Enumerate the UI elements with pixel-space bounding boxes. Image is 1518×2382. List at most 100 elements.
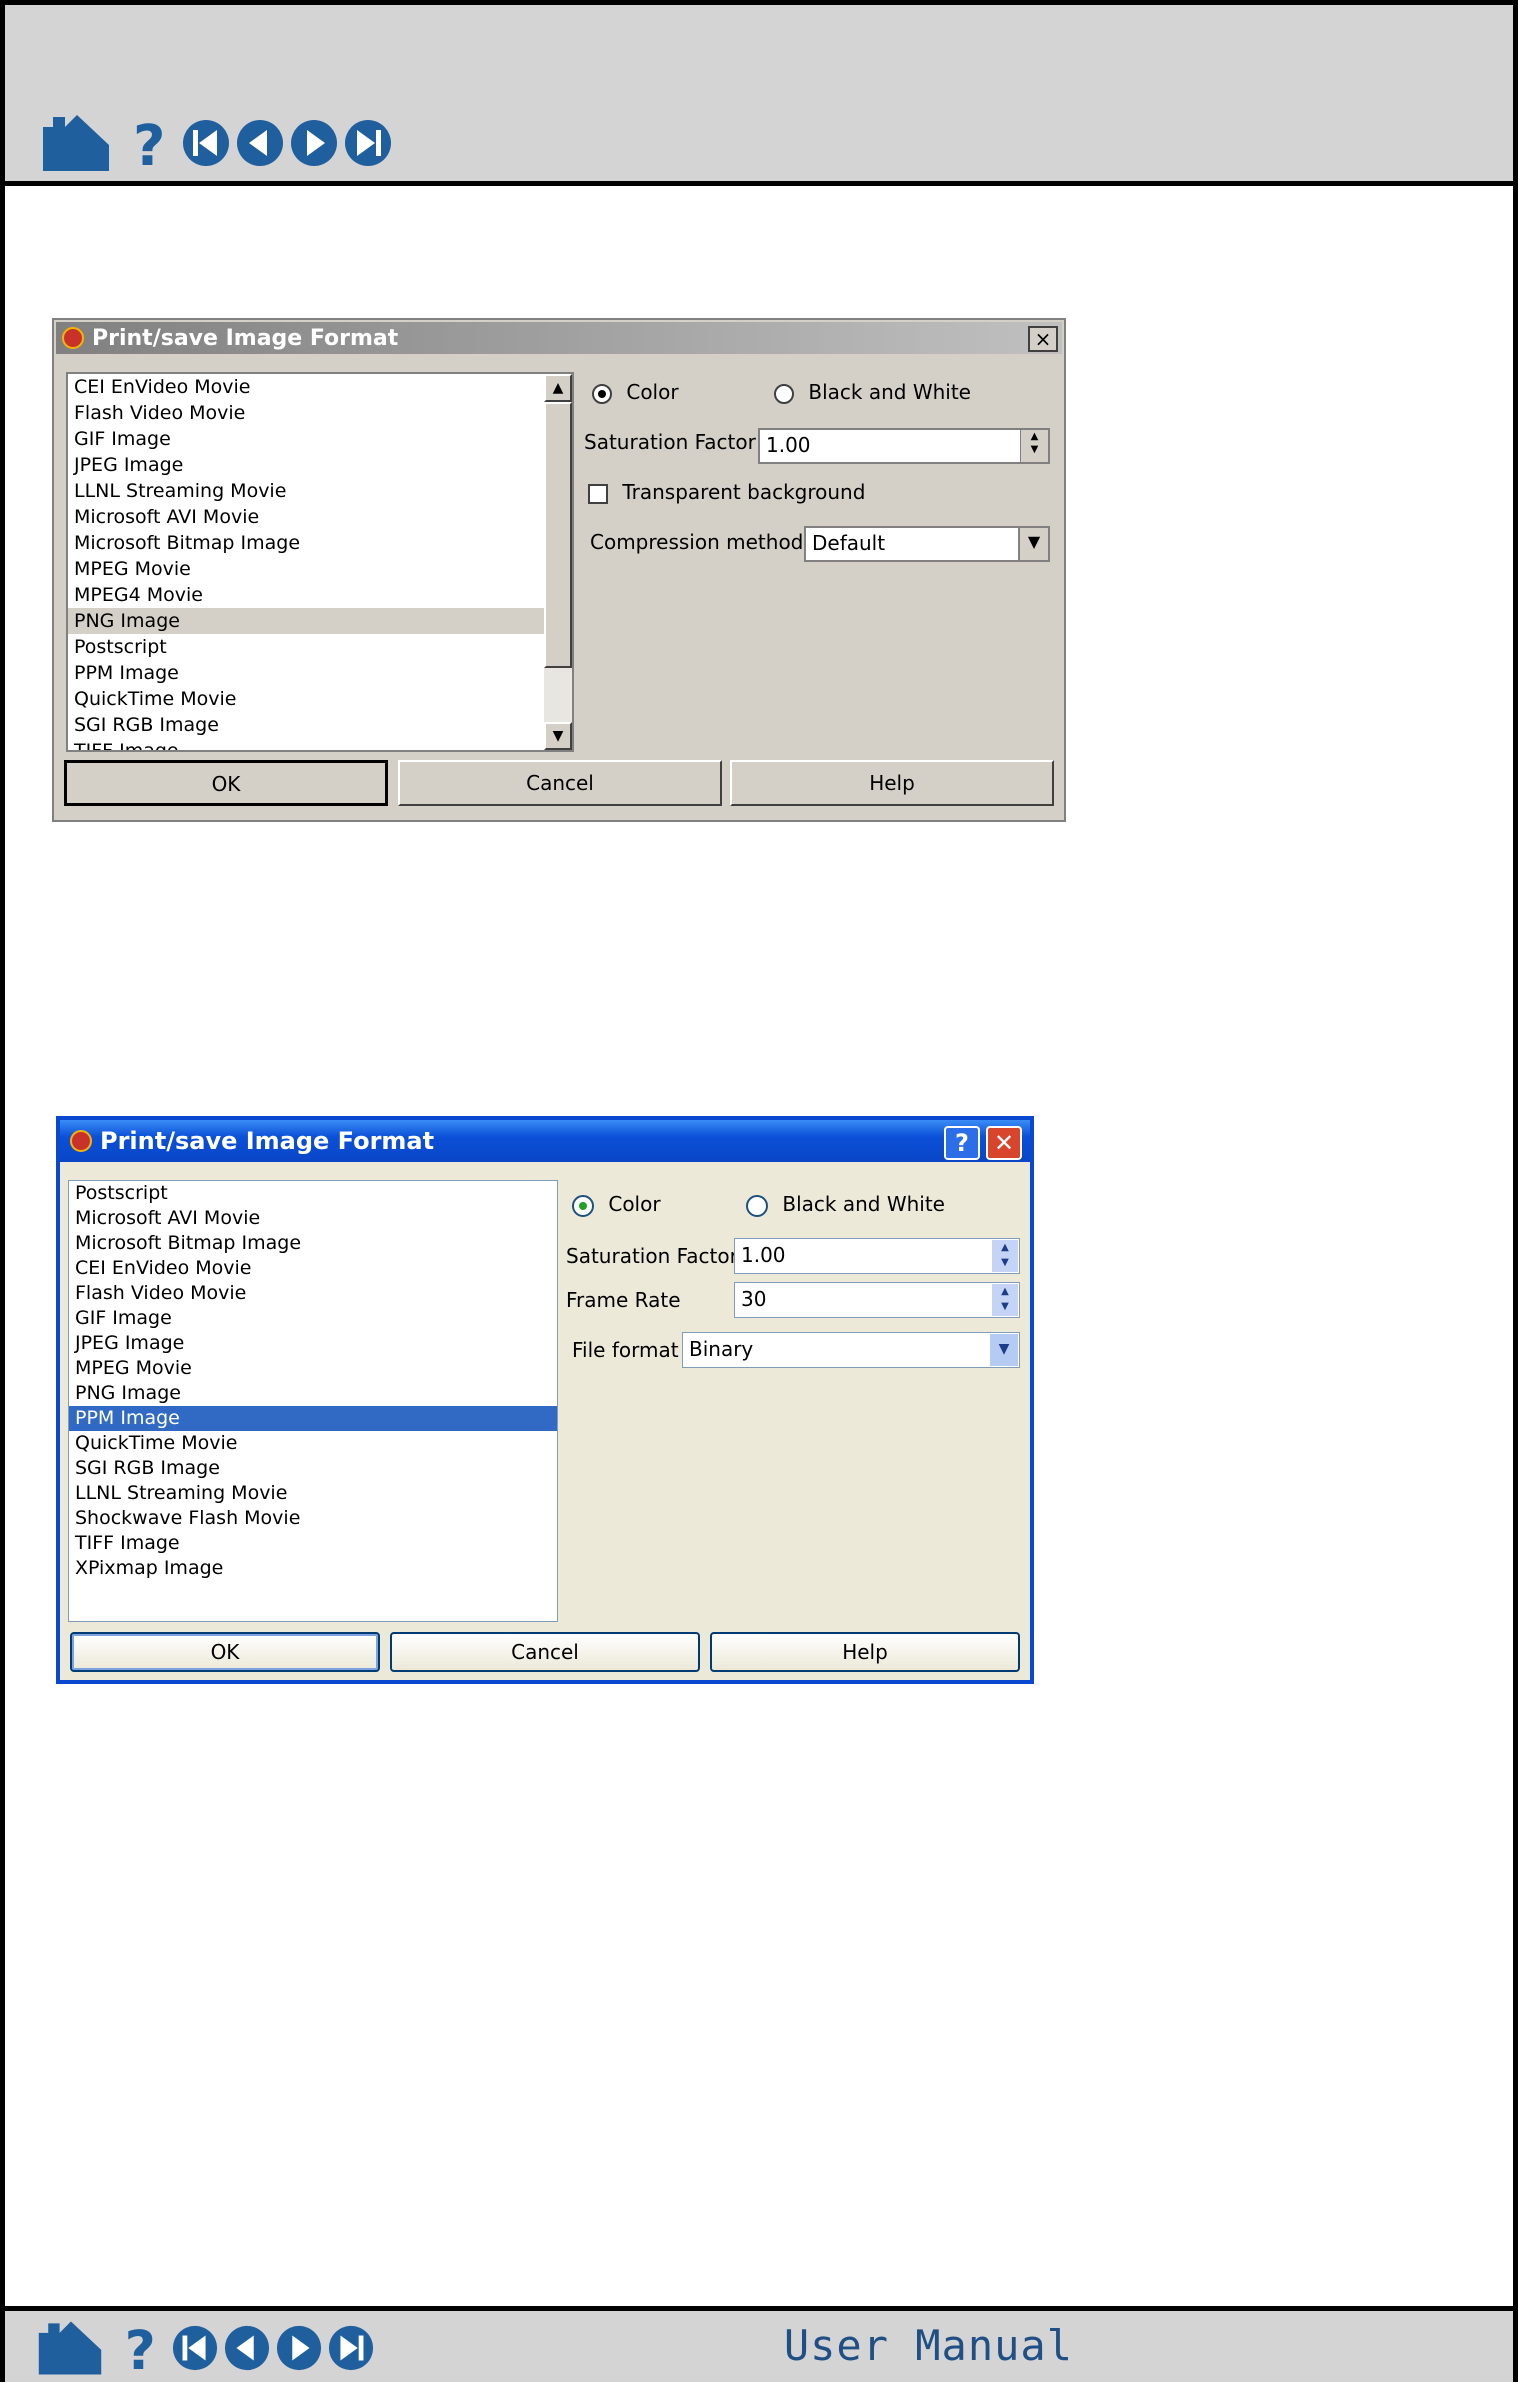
format-list-item[interactable]: TIFF Image bbox=[68, 738, 546, 750]
format-list-item[interactable]: PPM Image bbox=[68, 660, 546, 686]
format-list-item[interactable]: CEI EnVideo Movie bbox=[69, 1256, 557, 1281]
format-list-item[interactable]: GIF Image bbox=[69, 1306, 557, 1331]
svg-text:?: ? bbox=[133, 114, 165, 173]
format-list-item[interactable]: MPEG4 Movie bbox=[68, 582, 546, 608]
bottom-nav-buttons: ? bbox=[35, 2319, 375, 2377]
ok-button[interactable]: OK bbox=[70, 1632, 380, 1672]
format-list-item[interactable]: MPEG Movie bbox=[69, 1356, 557, 1381]
format-list-item[interactable]: Postscript bbox=[68, 634, 546, 660]
saturation-label: Saturation Factor bbox=[584, 430, 756, 454]
print-save-dialog-motif: Print/save Image Format × CEI EnVideo Mo… bbox=[52, 318, 1066, 822]
first-page-icon[interactable] bbox=[181, 118, 231, 168]
fileformat-value: Binary bbox=[689, 1337, 754, 1361]
color-radio-option[interactable]: Color bbox=[572, 1192, 661, 1217]
saturation-field[interactable]: 1.00 ▲ ▼ bbox=[758, 428, 1050, 464]
saturation-label: Saturation Factor bbox=[566, 1244, 738, 1268]
cancel-button[interactable]: Cancel bbox=[390, 1632, 700, 1672]
first-page-icon[interactable] bbox=[171, 2324, 219, 2372]
format-list-item[interactable]: LLNL Streaming Movie bbox=[69, 1481, 557, 1506]
format-list-item[interactable]: TIFF Image bbox=[69, 1531, 557, 1556]
next-page-icon[interactable] bbox=[275, 2324, 323, 2372]
format-list[interactable]: CEI EnVideo Movie Flash Video Movie GIF Im… bbox=[66, 372, 574, 752]
bw-radio[interactable] bbox=[746, 1194, 768, 1217]
last-page-icon[interactable] bbox=[343, 118, 393, 168]
transparent-label: Transparent background bbox=[622, 480, 866, 504]
brand-title: User Manual bbox=[783, 2321, 1073, 2370]
format-list-item[interactable]: GIF Image bbox=[68, 426, 546, 452]
color-radio-label: Color bbox=[626, 380, 679, 404]
format-list-item[interactable]: SGI RGB Image bbox=[68, 712, 546, 738]
help-icon[interactable]: ? bbox=[125, 113, 175, 173]
transparent-checkbox[interactable] bbox=[588, 483, 608, 504]
format-list-item[interactable]: JPEG Image bbox=[68, 452, 546, 478]
fileformat-select[interactable]: Binary ▼ bbox=[682, 1332, 1020, 1368]
dialog-title-bar: Print/save Image Format bbox=[56, 322, 1062, 354]
bw-radio[interactable] bbox=[774, 383, 794, 404]
help-title-button[interactable]: ? bbox=[944, 1126, 980, 1160]
help-button[interactable]: Help bbox=[710, 1632, 1020, 1672]
chevron-down-icon[interactable]: ▼ bbox=[990, 1334, 1018, 1366]
close-button[interactable]: × bbox=[1028, 326, 1058, 352]
color-radio-option[interactable]: Color bbox=[592, 380, 679, 404]
dialog-title: Print/save Image Format bbox=[100, 1127, 435, 1155]
format-list-item[interactable]: XPixmap Image bbox=[69, 1556, 557, 1581]
next-page-icon[interactable] bbox=[289, 118, 339, 168]
help-button[interactable]: Help bbox=[730, 760, 1054, 806]
framerate-label: Frame Rate bbox=[566, 1288, 681, 1312]
previous-page-icon[interactable] bbox=[223, 2324, 271, 2372]
top-nav-bar: ? bbox=[0, 0, 1518, 186]
previous-page-icon[interactable] bbox=[235, 118, 285, 168]
transparent-option[interactable]: Transparent background bbox=[588, 480, 865, 504]
saturation-spinner[interactable]: ▲ ▼ bbox=[1020, 430, 1048, 462]
compression-select[interactable]: Default ▼ bbox=[804, 526, 1050, 562]
format-list-item[interactable]: LLNL Streaming Movie bbox=[68, 478, 546, 504]
color-radio[interactable] bbox=[592, 383, 612, 404]
scroll-up-icon[interactable]: ▲ bbox=[544, 374, 572, 402]
dialog-title-bar: Print/save Image Format bbox=[60, 1120, 1030, 1162]
cancel-button[interactable]: Cancel bbox=[398, 760, 722, 806]
framerate-spinner[interactable]: ▲ ▼ bbox=[992, 1284, 1018, 1316]
bw-radio-label: Black and White bbox=[808, 380, 971, 404]
page-border-right bbox=[1513, 186, 1518, 2306]
last-page-icon[interactable] bbox=[327, 2324, 375, 2372]
format-list-item[interactable]: QuickTime Movie bbox=[68, 686, 546, 712]
format-list-item[interactable]: Flash Video Movie bbox=[68, 400, 546, 426]
scroll-thumb[interactable] bbox=[544, 402, 572, 668]
format-list-item[interactable]: CEI EnVideo Movie bbox=[68, 374, 546, 400]
saturation-field[interactable]: 1.00 ▲ ▼ bbox=[734, 1238, 1020, 1274]
format-list-item[interactable]: Microsoft Bitmap Image bbox=[68, 530, 546, 556]
dialog-title: Print/save Image Format bbox=[92, 325, 399, 351]
home-icon[interactable] bbox=[39, 113, 113, 173]
svg-text:?: ? bbox=[125, 2319, 156, 2377]
color-radio[interactable] bbox=[572, 1194, 594, 1217]
home-icon[interactable] bbox=[35, 2319, 105, 2377]
bottom-nav-bar: ? User Manual bbox=[0, 2306, 1518, 2382]
ok-button[interactable]: OK bbox=[64, 760, 388, 806]
saturation-spinner[interactable]: ▲ ▼ bbox=[992, 1240, 1018, 1272]
format-list-item[interactable]: Microsoft Bitmap Image bbox=[69, 1231, 557, 1256]
format-list-item[interactable]: PNG Image bbox=[68, 608, 546, 634]
format-list-item[interactable]: QuickTime Movie bbox=[69, 1431, 557, 1456]
app-logo-icon bbox=[62, 327, 84, 349]
format-list-item[interactable]: Flash Video Movie bbox=[69, 1281, 557, 1306]
format-list-item[interactable]: Microsoft AVI Movie bbox=[68, 504, 546, 530]
format-list-item[interactable]: PNG Image bbox=[69, 1381, 557, 1406]
format-list-item[interactable]: Postscript bbox=[69, 1181, 557, 1206]
format-list-item[interactable]: Shockwave Flash Movie bbox=[69, 1506, 557, 1531]
list-scrollbar[interactable]: ▲ ▼ bbox=[544, 374, 572, 750]
bw-radio-option[interactable]: Black and White bbox=[774, 380, 971, 404]
bw-radio-option[interactable]: Black and White bbox=[746, 1192, 945, 1217]
framerate-field[interactable]: 30 ▲ ▼ bbox=[734, 1282, 1020, 1318]
chevron-down-icon[interactable]: ▼ bbox=[1018, 528, 1048, 560]
help-icon[interactable]: ? bbox=[117, 2319, 165, 2377]
close-button[interactable]: ✕ bbox=[986, 1126, 1022, 1160]
format-list-item[interactable]: Microsoft AVI Movie bbox=[69, 1206, 557, 1231]
format-list-item[interactable]: JPEG Image bbox=[69, 1331, 557, 1356]
format-list-item[interactable]: MPEG Movie bbox=[68, 556, 546, 582]
format-list-item[interactable]: SGI RGB Image bbox=[69, 1456, 557, 1481]
format-list-items: CEI EnVideo Movie Flash Video Movie GIF Im… bbox=[68, 374, 546, 750]
fileformat-label: File format bbox=[572, 1338, 679, 1362]
format-list[interactable]: Postscript Microsoft AVI Movie Microsoft B… bbox=[68, 1180, 558, 1622]
format-list-item[interactable]: PPM Image bbox=[69, 1406, 557, 1431]
scroll-down-icon[interactable]: ▼ bbox=[544, 722, 572, 750]
